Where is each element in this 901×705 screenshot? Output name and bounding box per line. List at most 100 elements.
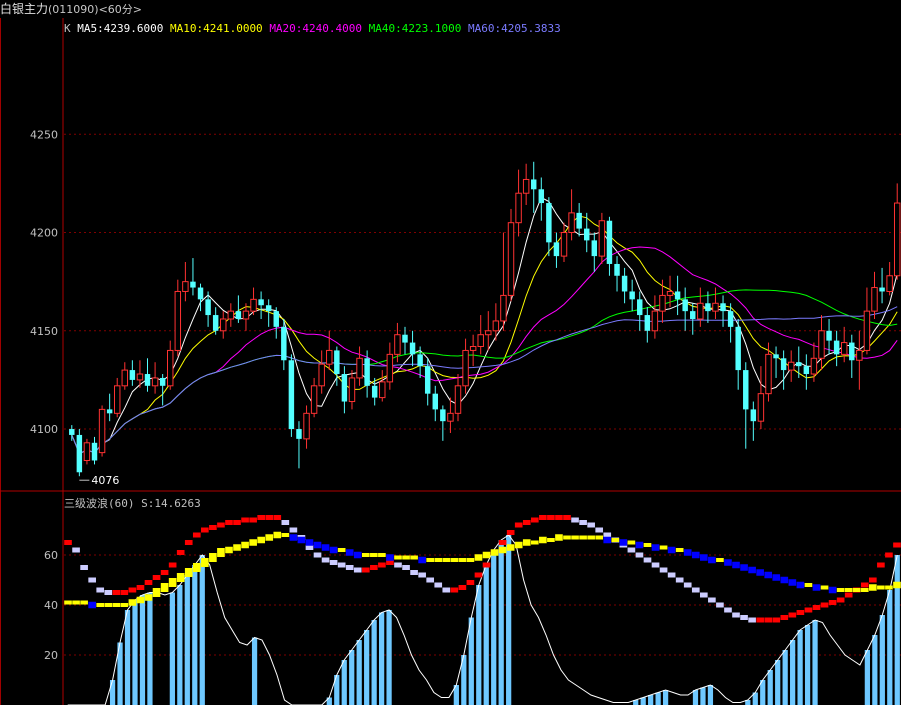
ribbon-fast-segment bbox=[474, 572, 483, 578]
ribbon-slow-segment bbox=[756, 569, 764, 576]
ribbon-slow-segment bbox=[329, 546, 338, 554]
candle bbox=[712, 287, 719, 319]
candle bbox=[258, 291, 264, 319]
ribbon-fast-segment bbox=[426, 577, 435, 583]
ribbon-slow-segment bbox=[184, 568, 193, 577]
candle-body bbox=[591, 240, 598, 257]
wave-bar bbox=[797, 630, 803, 705]
indicator-value: S:14.6263 bbox=[141, 497, 201, 510]
price-tick-label: 4250 bbox=[30, 128, 58, 141]
chart-canvas[interactable]: 4100 4150 4200 4250 4076 20 40 60 bbox=[0, 0, 901, 705]
candle-body bbox=[220, 318, 227, 332]
ribbon-fast-segment bbox=[716, 602, 724, 608]
candle bbox=[129, 360, 136, 386]
candle-body bbox=[522, 178, 530, 194]
candle-body bbox=[136, 373, 144, 381]
ribbon-slow-segment bbox=[555, 534, 563, 541]
ma20-line bbox=[71, 246, 898, 455]
ribbon-slow-segment bbox=[659, 545, 668, 550]
price-tick-label: 4200 bbox=[30, 227, 58, 240]
candle bbox=[477, 315, 484, 355]
ribbon-slow-segment bbox=[192, 563, 201, 572]
ribbon-fast-segment bbox=[176, 550, 185, 555]
candle bbox=[394, 322, 401, 363]
candle-body bbox=[394, 334, 401, 355]
ribbon-slow-segment bbox=[772, 574, 781, 581]
ribbon-fast-segment bbox=[788, 612, 797, 618]
wave-bar bbox=[124, 610, 131, 705]
ribbon-fast-segment bbox=[160, 570, 169, 575]
candle-body bbox=[281, 326, 287, 361]
ribbon-fast-segment bbox=[184, 540, 193, 545]
ribbon-slow-segment bbox=[547, 538, 555, 542]
wave-bar bbox=[177, 585, 183, 705]
ribbon-slow-segment bbox=[297, 536, 306, 544]
ribbon-slow-segment bbox=[394, 555, 402, 560]
candle-body bbox=[151, 377, 159, 387]
candle-body bbox=[371, 385, 378, 398]
candle-body bbox=[326, 349, 333, 365]
candle bbox=[227, 303, 235, 327]
ribbon-slow-segment bbox=[852, 588, 861, 592]
ribbon-fast-segment bbox=[144, 580, 153, 585]
ribbon-fast-segment bbox=[780, 615, 789, 620]
ribbon-slow-segment bbox=[96, 603, 105, 607]
candle-body bbox=[606, 220, 613, 264]
ribbon-slow-segment bbox=[434, 558, 443, 562]
ribbon-slow-segment bbox=[144, 594, 153, 601]
wave-bar bbox=[782, 650, 788, 705]
ribbon-fast-segment bbox=[530, 517, 539, 523]
ribbon-fast-segment bbox=[80, 565, 88, 570]
ribbon-slow-segment bbox=[691, 551, 700, 559]
ribbon-slow-segment bbox=[506, 544, 515, 551]
candle bbox=[220, 311, 227, 339]
candle bbox=[886, 262, 893, 296]
ribbon-fast-segment bbox=[748, 617, 756, 623]
ribbon-fast-segment bbox=[836, 597, 845, 603]
ribbon-fast-segment bbox=[522, 520, 531, 525]
candle bbox=[690, 303, 696, 335]
ribbon-fast-segment bbox=[498, 540, 507, 545]
ma60-legend: MA60:4205.3833 bbox=[468, 22, 561, 35]
wave-bar bbox=[371, 620, 377, 705]
ribbon-fast-segment bbox=[764, 617, 773, 623]
candle bbox=[250, 287, 257, 316]
candle-body bbox=[258, 299, 264, 306]
ribbon-slow-segment bbox=[418, 556, 426, 564]
ribbon-slow-segment bbox=[539, 536, 547, 544]
candle bbox=[863, 287, 871, 355]
candle bbox=[735, 318, 741, 390]
candle-body bbox=[409, 342, 416, 355]
ribbon-fast-segment bbox=[844, 592, 853, 598]
ribbon-slow-segment bbox=[788, 579, 797, 586]
candle bbox=[182, 262, 189, 302]
candle bbox=[893, 183, 901, 280]
ribbon-slow-segment bbox=[176, 573, 185, 582]
ribbon-slow-segment bbox=[201, 558, 209, 567]
candle bbox=[840, 326, 848, 363]
candle bbox=[454, 374, 462, 422]
candle bbox=[288, 354, 295, 437]
wave-bar bbox=[662, 690, 669, 705]
candle bbox=[606, 216, 613, 276]
candle bbox=[485, 311, 492, 351]
ribbon-fast-segment bbox=[442, 587, 451, 593]
candle-body bbox=[341, 374, 348, 402]
ribbon-fast-segment bbox=[820, 602, 829, 608]
candle-body bbox=[288, 360, 295, 430]
candle-body bbox=[743, 370, 749, 410]
candle bbox=[674, 275, 681, 316]
wave-bar bbox=[378, 612, 385, 705]
ribbon-fast-segment bbox=[595, 527, 604, 533]
candle-body bbox=[674, 291, 681, 300]
candle-body bbox=[310, 385, 318, 414]
ribbon-fast-segment bbox=[329, 560, 338, 565]
ribbon-slow-segment bbox=[120, 603, 129, 607]
candle-body bbox=[765, 353, 772, 395]
candle bbox=[576, 203, 582, 237]
ribbon-slow-segment bbox=[490, 549, 499, 556]
ma20-legend: MA20:4240.4000 bbox=[269, 22, 363, 35]
candle-body bbox=[348, 377, 356, 403]
ribbon-fast-segment bbox=[675, 577, 684, 583]
ribbon-fast-segment bbox=[418, 572, 426, 578]
